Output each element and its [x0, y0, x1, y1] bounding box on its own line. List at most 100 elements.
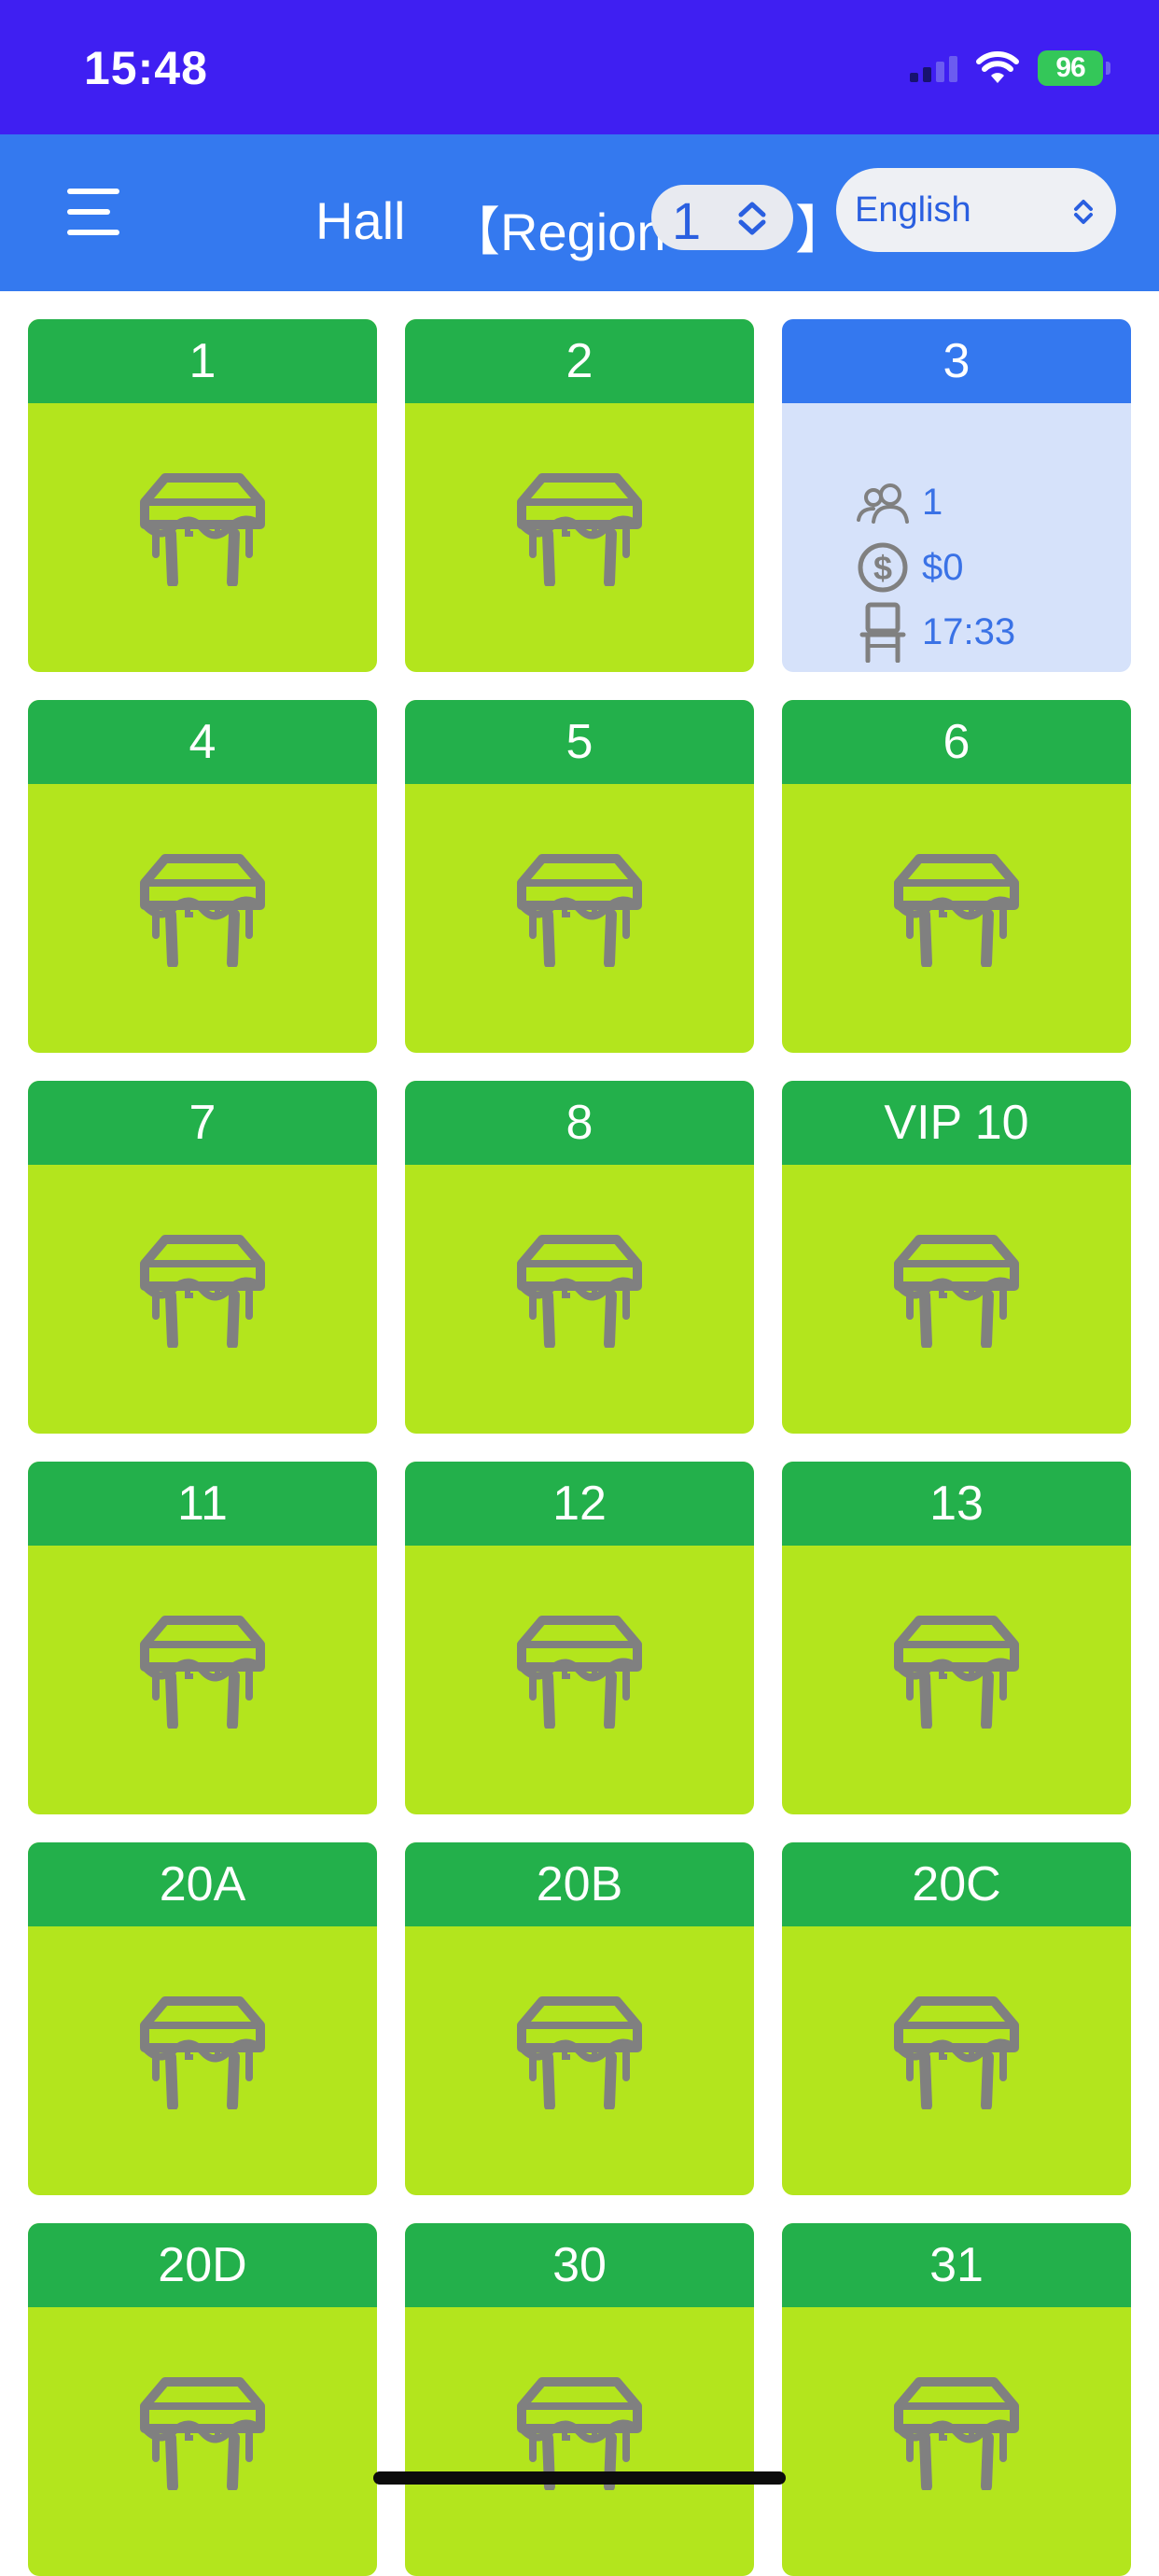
language-value: English — [855, 190, 971, 230]
table-guests-value: 1 — [922, 482, 943, 523]
table-card[interactable]: 2 — [405, 319, 754, 672]
table-name: 8 — [405, 1081, 754, 1165]
table-card-body — [28, 2307, 377, 2576]
table-name: 30 — [405, 2223, 754, 2307]
table-card[interactable]: VIP 10 — [782, 1081, 1131, 1434]
battery-level: 96 — [1038, 50, 1103, 86]
status-indicators: 96 — [910, 47, 1110, 90]
table-card-body — [28, 1926, 377, 2195]
table-card-body — [28, 784, 377, 1053]
table-card[interactable]: 20C — [782, 1842, 1131, 2195]
cellular-signal-icon — [910, 54, 957, 82]
battery-icon: 96 — [1038, 50, 1110, 86]
table-card-body — [782, 1165, 1131, 1434]
wifi-icon — [976, 51, 1019, 85]
table-icon — [137, 470, 268, 591]
table-card-body — [405, 1926, 754, 2195]
table-time-value: 17:33 — [922, 610, 1016, 652]
table-card-body — [405, 2307, 754, 2576]
table-card-body — [28, 403, 377, 672]
table-card-body — [405, 403, 754, 672]
chevron-up-down-icon — [1071, 198, 1096, 231]
table-card[interactable]: 12 — [405, 1462, 754, 1814]
table-icon — [891, 1994, 1022, 2114]
table-card-body — [405, 1546, 754, 1814]
table-card-body — [405, 784, 754, 1053]
table-name: VIP 10 — [782, 1081, 1131, 1165]
table-info-amount: $ $0 — [857, 541, 964, 594]
table-card[interactable]: 8 — [405, 1081, 754, 1434]
table-name: 20A — [28, 1842, 377, 1926]
table-info-guests: 1 — [857, 482, 943, 524]
guests-icon — [857, 483, 909, 524]
table-card-body — [28, 1165, 377, 1434]
table-amount-value: $0 — [922, 546, 964, 588]
region-select[interactable]: 1 — [651, 185, 793, 250]
battery-tip — [1106, 62, 1110, 75]
table-name: 11 — [28, 1462, 377, 1546]
table-card[interactable]: 3 1 $ $0 17:33 — [782, 319, 1131, 672]
chair-icon — [857, 601, 909, 663]
table-icon — [514, 1613, 645, 1733]
table-name: 2 — [405, 319, 754, 403]
table-card-body: 1 $ $0 17:33 — [782, 403, 1131, 672]
table-card-body — [782, 2307, 1131, 2576]
table-card-body — [782, 1546, 1131, 1814]
table-card[interactable]: 20D — [28, 2223, 377, 2576]
table-icon — [514, 470, 645, 591]
table-icon — [514, 1994, 645, 2114]
table-name: 5 — [405, 700, 754, 784]
table-icon — [891, 1232, 1022, 1352]
table-card[interactable]: 11 — [28, 1462, 377, 1814]
table-card[interactable]: 6 — [782, 700, 1131, 1053]
hall-label: Hall — [315, 191, 406, 250]
app-header: Hall 【Region 1 】 English — [0, 134, 1159, 291]
table-grid: 1 2 3 1 $ $0 17:33 4 5 6 7 8 VIP 10 11 12 13 20A 20B 20C 20… — [28, 319, 1133, 2576]
table-icon — [891, 851, 1022, 972]
table-icon — [137, 1994, 268, 2114]
table-icon — [137, 851, 268, 972]
status-bar: 15:48 96 — [0, 0, 1159, 134]
region-label: 【Region — [448, 203, 666, 261]
table-name: 3 — [782, 319, 1131, 403]
table-name: 20D — [28, 2223, 377, 2307]
table-name: 20C — [782, 1842, 1131, 1926]
table-card[interactable]: 7 — [28, 1081, 377, 1434]
table-icon — [137, 1613, 268, 1733]
menu-button[interactable] — [58, 183, 133, 243]
home-indicator — [373, 2471, 786, 2485]
table-icon — [514, 851, 645, 972]
table-name: 4 — [28, 700, 377, 784]
table-card[interactable]: 20A — [28, 1842, 377, 2195]
table-card[interactable]: 1 — [28, 319, 377, 672]
table-info-time: 17:33 — [857, 601, 1015, 663]
table-name: 1 — [28, 319, 377, 403]
table-name: 7 — [28, 1081, 377, 1165]
dollar-icon: $ — [857, 541, 909, 594]
table-name: 6 — [782, 700, 1131, 784]
language-select[interactable]: English — [836, 168, 1116, 252]
table-icon — [514, 1232, 645, 1352]
table-card-body — [782, 784, 1131, 1053]
region-value: 1 — [672, 191, 702, 250]
status-time: 15:48 — [84, 42, 208, 94]
table-card[interactable]: 20B — [405, 1842, 754, 2195]
svg-text:$: $ — [873, 549, 892, 587]
table-card[interactable]: 31 — [782, 2223, 1131, 2576]
table-card-body — [28, 1546, 377, 1814]
table-card[interactable]: 13 — [782, 1462, 1131, 1814]
table-card-body — [782, 1926, 1131, 2195]
table-name: 20B — [405, 1842, 754, 1926]
table-icon — [137, 2374, 268, 2495]
table-name: 31 — [782, 2223, 1131, 2307]
table-icon — [891, 2374, 1022, 2495]
table-name: 12 — [405, 1462, 754, 1546]
table-name: 13 — [782, 1462, 1131, 1546]
table-card-body — [405, 1165, 754, 1434]
hamburger-menu-icon — [67, 189, 119, 194]
chevron-up-down-icon — [733, 200, 771, 242]
table-card[interactable]: 30 — [405, 2223, 754, 2576]
table-card[interactable]: 4 — [28, 700, 377, 1053]
table-icon — [891, 1613, 1022, 1733]
table-card[interactable]: 5 — [405, 700, 754, 1053]
